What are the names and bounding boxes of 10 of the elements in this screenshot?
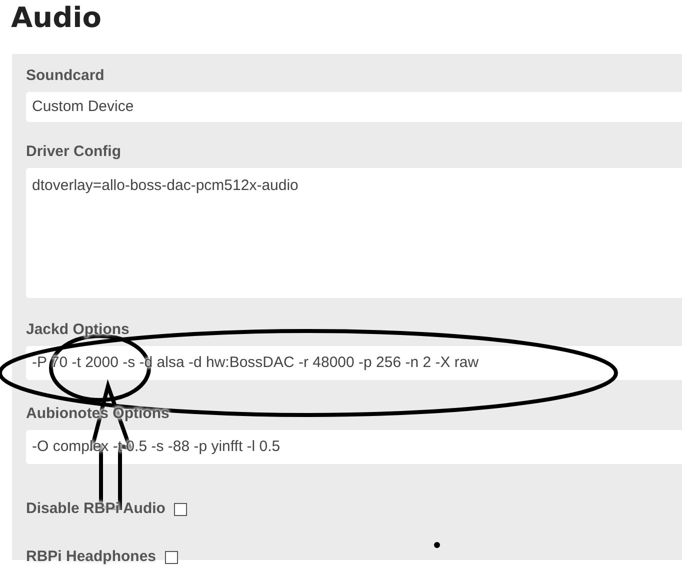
field-label: Disable RBPi Audio (26, 499, 166, 519)
checkbox[interactable] (174, 502, 188, 516)
select-field[interactable]: Custom Device (26, 92, 682, 122)
page-title: Audio (10, 0, 102, 36)
checkbox[interactable] (165, 550, 178, 564)
text-area[interactable]: dtoverlay=allo-boss-dac-pcm512x-audio (26, 168, 682, 298)
field-label: Jackd Options (26, 320, 130, 340)
field-label: RBPi Headphones (26, 547, 156, 567)
field-label: Driver Config (26, 142, 122, 162)
field-label: Soundcard (26, 66, 104, 86)
